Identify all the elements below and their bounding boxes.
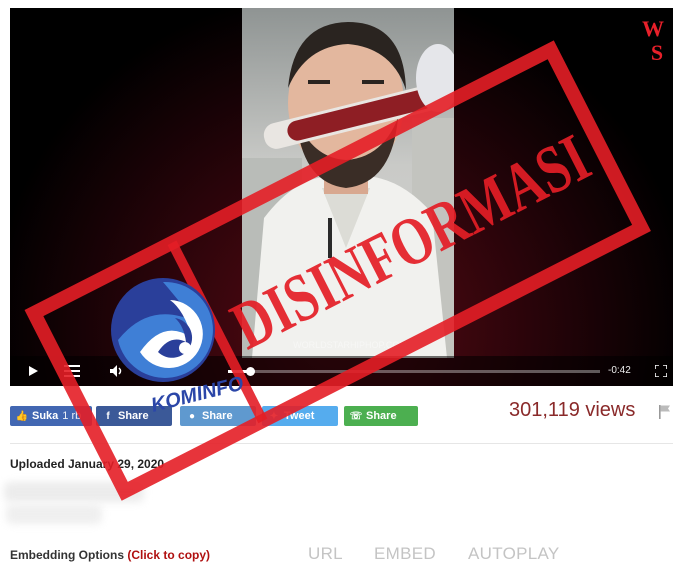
blurred-text [4, 482, 144, 502]
twitter-share-button[interactable]: ✦ Tweet [262, 406, 338, 426]
twitter-icon: ✦ [269, 410, 279, 422]
thumbs-up-icon: 👍 [15, 410, 29, 422]
facebook-icon: f [106, 410, 110, 422]
like-count: 1 rb [62, 410, 82, 422]
volume-icon [110, 365, 122, 377]
video-watermark: WORLDSTARHIPHOP.COM [293, 340, 407, 350]
svg-text:S: S [651, 40, 663, 62]
whatsapp-share-button[interactable]: ☏ Share [344, 406, 418, 426]
video-player[interactable]: WORLDSTARHIPHOP.COM W S 0:45 -0:42 [10, 8, 673, 386]
flag-icon[interactable] [658, 404, 672, 420]
play-icon [29, 366, 38, 376]
play-button[interactable] [24, 360, 42, 382]
embedding-options-label: Embedding Options (Click to copy) [10, 548, 210, 562]
video-frame: WORLDSTARHIPHOP.COM [242, 8, 454, 358]
embed-autoplay-option[interactable]: AUTOPLAY [468, 544, 560, 564]
menu-icon [64, 365, 80, 377]
facebook-share-label: Share [118, 410, 149, 422]
svg-text:W: W [642, 16, 664, 41]
embedding-label-text: Embedding Options [10, 548, 124, 562]
reddit-share-label: Share [202, 410, 233, 422]
reddit-share-button[interactable]: ● Share [180, 406, 256, 426]
video-content: WORLDSTARHIPHOP.COM [242, 22, 454, 358]
fullscreen-icon [655, 365, 667, 377]
facebook-share-button[interactable]: f Share [96, 406, 172, 426]
page: WORLDSTARHIPHOP.COM W S 0:45 -0:42 👍 Suk… [0, 0, 673, 564]
facebook-like-button[interactable]: 👍 Suka 1 rb [10, 406, 92, 426]
remaining-time: -0:42 [608, 365, 631, 376]
volume-button[interactable] [106, 360, 128, 382]
upload-date: Uploaded January 29, 2020 [10, 457, 165, 471]
progress-bar[interactable] [228, 367, 600, 376]
reddit-icon: ● [188, 410, 196, 422]
whatsapp-icon: ☏ [349, 410, 363, 422]
view-count: 301,119 views [509, 399, 636, 421]
player-controls: 0:45 -0:42 [10, 356, 673, 386]
whatsapp-share-label: Share [366, 410, 397, 422]
chapters-button[interactable] [62, 360, 82, 382]
blurred-text [6, 504, 102, 524]
embed-url-option[interactable]: URL [308, 544, 343, 564]
current-time: 0:45 [144, 365, 164, 376]
like-label: Suka [32, 410, 59, 422]
progress-handle[interactable] [246, 367, 255, 376]
divider [10, 443, 673, 444]
fullscreen-button[interactable] [652, 360, 670, 382]
embed-code-option[interactable]: EMBED [374, 544, 436, 564]
twitter-share-label: Tweet [284, 410, 315, 422]
worldstar-logo-icon: W S [642, 16, 664, 62]
embedding-hint: (Click to copy) [127, 548, 211, 562]
